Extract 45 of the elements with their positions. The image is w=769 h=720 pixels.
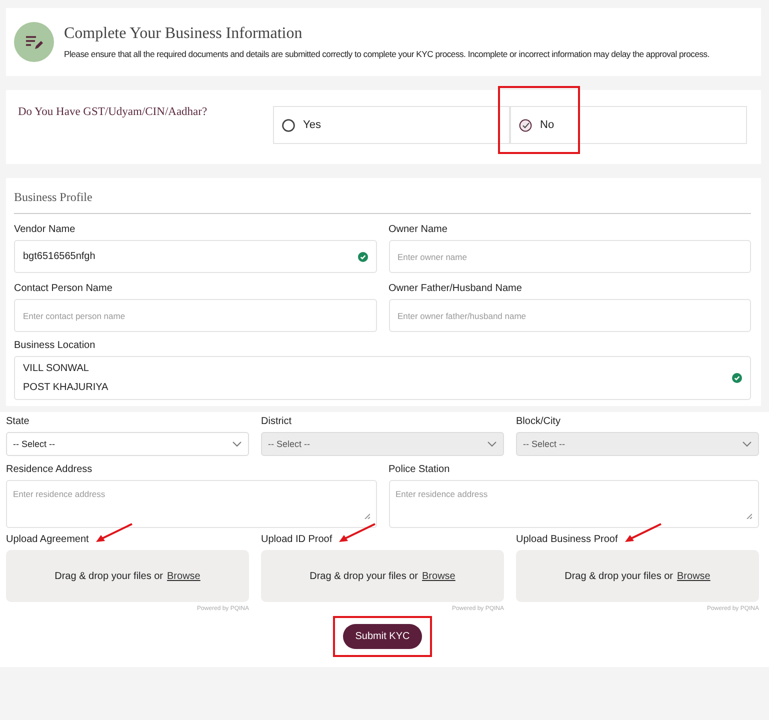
option-label: No bbox=[540, 119, 554, 131]
resize-grip-icon bbox=[746, 513, 752, 519]
question-label: Do You Have GST/Udyam/CIN/Aadhar? bbox=[18, 106, 208, 118]
annotation-arrow bbox=[338, 522, 376, 542]
drop-prompt: Drag & drop your files or bbox=[310, 570, 418, 582]
text-area[interactable]: VILL SONWAL POST KHAJURIYA bbox=[14, 356, 751, 400]
field-label: District bbox=[261, 416, 293, 427]
input-field[interactable]: bgt6516565nfgh bbox=[14, 240, 376, 273]
browse-link[interactable]: Browse bbox=[167, 570, 200, 582]
field-label: Business Location bbox=[14, 340, 96, 351]
file-drop-zone[interactable]: Drag & drop your files or Browse bbox=[516, 550, 759, 602]
field-label: Owner Father/Husband Name bbox=[388, 283, 523, 294]
description-text: Please ensure that all the required documents and details are submitted correctly to complete your KYC process. Incomplete or incorrect information may delay the approval process. bbox=[64, 49, 710, 59]
field-label: Upload ID Proof bbox=[261, 534, 332, 545]
browse-link[interactable]: Browse bbox=[422, 570, 456, 582]
page-title: Complete Your Business Information bbox=[64, 25, 304, 43]
option-label: Yes bbox=[303, 119, 321, 131]
submit-button[interactable]: Submit KYC bbox=[343, 624, 422, 649]
field-label: Owner Name bbox=[388, 224, 448, 235]
field-label: State bbox=[6, 416, 30, 427]
check-icon bbox=[732, 373, 742, 383]
radio-option[interactable]: No bbox=[510, 106, 747, 144]
drop-prompt: Drag & drop your files or bbox=[564, 570, 674, 582]
annotation-arrow bbox=[624, 522, 662, 542]
chevron-down-icon bbox=[742, 441, 752, 447]
edit-list-icon bbox=[14, 22, 54, 62]
field-label: Upload Agreement bbox=[6, 534, 89, 545]
field-label: Upload Business Proof bbox=[516, 534, 618, 545]
field-label: Block/City bbox=[516, 416, 562, 427]
select-dropdown[interactable]: -- Select -- bbox=[6, 432, 249, 456]
browse-link[interactable]: Browse bbox=[677, 570, 710, 582]
chevron-down-icon bbox=[487, 441, 497, 447]
file-drop-zone[interactable]: Drag & drop your files or Browse bbox=[261, 550, 504, 602]
field-label: Residence Address bbox=[6, 464, 94, 475]
field-label: Police Station bbox=[388, 464, 451, 475]
section-title: Business Profile bbox=[14, 178, 751, 214]
file-drop-zone[interactable]: Drag & drop your files or Browse bbox=[6, 550, 249, 602]
drop-prompt: Drag & drop your files or bbox=[54, 570, 164, 582]
check-icon bbox=[358, 252, 368, 262]
chevron-down-icon bbox=[232, 441, 242, 447]
field-label: Vendor Name bbox=[14, 224, 76, 235]
radio-option[interactable]: Yes bbox=[273, 106, 510, 144]
field-label: Contact Person Name bbox=[14, 283, 114, 294]
annotation-arrow bbox=[94, 522, 133, 542]
resize-grip-icon bbox=[364, 513, 370, 519]
